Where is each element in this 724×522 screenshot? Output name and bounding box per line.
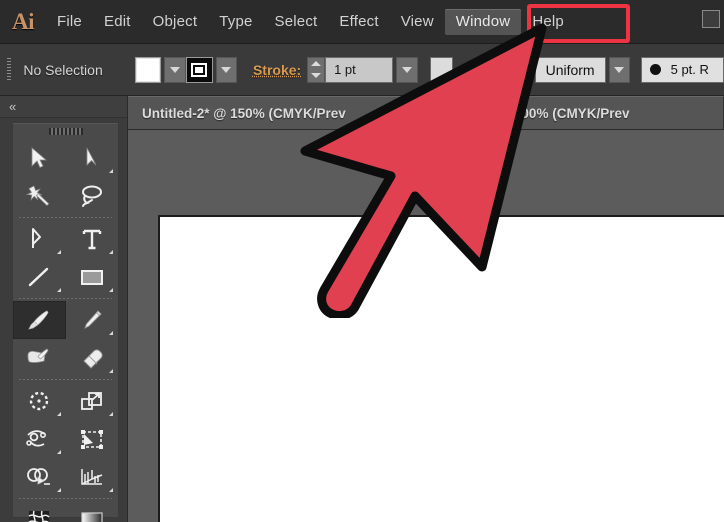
tool-separator bbox=[19, 298, 112, 299]
tool-free-transform[interactable] bbox=[66, 420, 119, 458]
flyout-triangle-icon[interactable] bbox=[109, 369, 113, 373]
flyout-triangle-icon[interactable] bbox=[109, 488, 113, 492]
tool-rectangle[interactable] bbox=[66, 258, 119, 296]
tool-perspective-grid[interactable] bbox=[66, 458, 119, 496]
flyout-triangle-icon[interactable] bbox=[56, 250, 61, 254]
tool-paintbrush[interactable] bbox=[13, 301, 66, 339]
tool-shape-builder[interactable] bbox=[13, 458, 66, 496]
brush-definition-label: 5 pt. R bbox=[670, 62, 709, 77]
window-control-button[interactable] bbox=[702, 10, 720, 28]
artboard[interactable] bbox=[158, 215, 724, 522]
selection-status-label: No Selection bbox=[23, 61, 103, 78]
double-chevron-left-icon[interactable]: « bbox=[9, 99, 16, 114]
stroke-width-dropdown-chevron-down-icon[interactable] bbox=[396, 56, 418, 83]
menu-item-window[interactable]: Window bbox=[444, 8, 522, 35]
fill-color-swatch[interactable] bbox=[134, 56, 162, 83]
tool-width[interactable] bbox=[13, 420, 66, 458]
variable-width-profile-select[interactable]: Uniform bbox=[534, 56, 606, 83]
menu-item-edit[interactable]: Edit bbox=[93, 9, 142, 35]
menu-item-file[interactable]: File bbox=[46, 9, 93, 35]
stroke-color-swatch[interactable] bbox=[185, 56, 213, 83]
app-logo-icon: Ai bbox=[12, 8, 35, 34]
flyout-triangle-icon[interactable] bbox=[56, 412, 61, 416]
tool-lasso[interactable] bbox=[66, 177, 119, 215]
tools-panel-header[interactable]: « bbox=[0, 96, 127, 118]
menu-item-select[interactable]: Select bbox=[264, 9, 329, 35]
flyout-triangle-icon[interactable] bbox=[109, 169, 113, 173]
flyout-triangle-icon[interactable] bbox=[56, 450, 61, 454]
brush-definition-select[interactable]: 5 pt. R bbox=[640, 56, 724, 83]
tool-eraser[interactable] bbox=[66, 339, 119, 377]
tool-rotate[interactable] bbox=[13, 382, 66, 420]
control-bar-grip-icon[interactable] bbox=[3, 54, 15, 86]
flyout-triangle-icon[interactable] bbox=[109, 288, 113, 292]
stroke-width-input[interactable]: 1 pt bbox=[325, 56, 394, 83]
flyout-triangle-icon[interactable] bbox=[109, 250, 113, 254]
tool-type[interactable] bbox=[66, 220, 119, 258]
menu-item-object[interactable]: Object bbox=[142, 9, 209, 35]
flyout-triangle-icon[interactable] bbox=[109, 412, 113, 416]
tools-panel-body bbox=[12, 122, 119, 522]
control-bar: No Selection Stroke: 1 pt Uniform 5 pt. … bbox=[0, 44, 724, 96]
tool-mesh[interactable] bbox=[13, 501, 66, 522]
flyout-triangle-icon[interactable] bbox=[109, 331, 113, 335]
tool-grid bbox=[13, 139, 118, 522]
tool-selection[interactable] bbox=[13, 139, 66, 177]
tool-separator bbox=[19, 217, 112, 218]
stroke-profile-preview[interactable] bbox=[430, 56, 454, 83]
menu-item-effect[interactable]: Effect bbox=[328, 9, 389, 35]
flyout-triangle-icon[interactable] bbox=[56, 488, 61, 492]
tool-pencil[interactable] bbox=[66, 301, 119, 339]
menu-item-view[interactable]: View bbox=[390, 9, 445, 35]
menu-item-type[interactable]: Type bbox=[208, 9, 263, 35]
flyout-triangle-icon[interactable] bbox=[56, 288, 61, 292]
document-tab-untitled-2[interactable]: Untitled-2* @ 150% (CMYK/Prev bbox=[128, 96, 458, 129]
tool-magic-wand[interactable] bbox=[13, 177, 66, 215]
tool-blob-brush[interactable] bbox=[13, 339, 66, 377]
stroke-dropdown-chevron-down-icon[interactable] bbox=[215, 56, 237, 83]
stroke-width-stepper-icon[interactable] bbox=[307, 56, 326, 83]
profile-dropdown-chevron-down-icon[interactable] bbox=[608, 56, 631, 83]
menu-item-help[interactable]: Help bbox=[521, 9, 575, 35]
tool-separator bbox=[19, 498, 112, 499]
tool-direct-selection[interactable] bbox=[66, 139, 119, 177]
tool-scale[interactable] bbox=[66, 382, 119, 420]
canvas-area[interactable] bbox=[128, 130, 724, 522]
tool-line-segment[interactable] bbox=[13, 258, 66, 296]
tools-panel-grip-icon[interactable] bbox=[13, 123, 118, 139]
tool-pen[interactable] bbox=[13, 220, 66, 258]
brush-dot-icon bbox=[649, 64, 661, 75]
menu-bar: Ai File Edit Object Type Select Effect V… bbox=[0, 0, 724, 44]
tool-gradient[interactable] bbox=[66, 501, 119, 522]
fill-dropdown-chevron-down-icon[interactable] bbox=[164, 56, 186, 83]
tools-panel: « bbox=[0, 96, 128, 522]
tool-separator bbox=[19, 379, 112, 380]
illustrator-window: Ai File Edit Object Type Select Effect V… bbox=[0, 0, 724, 522]
stroke-label[interactable]: Stroke: bbox=[253, 62, 301, 78]
document-tab-untitled-5[interactable]: d-5 @ 100% (CMYK/Prev bbox=[459, 96, 724, 129]
